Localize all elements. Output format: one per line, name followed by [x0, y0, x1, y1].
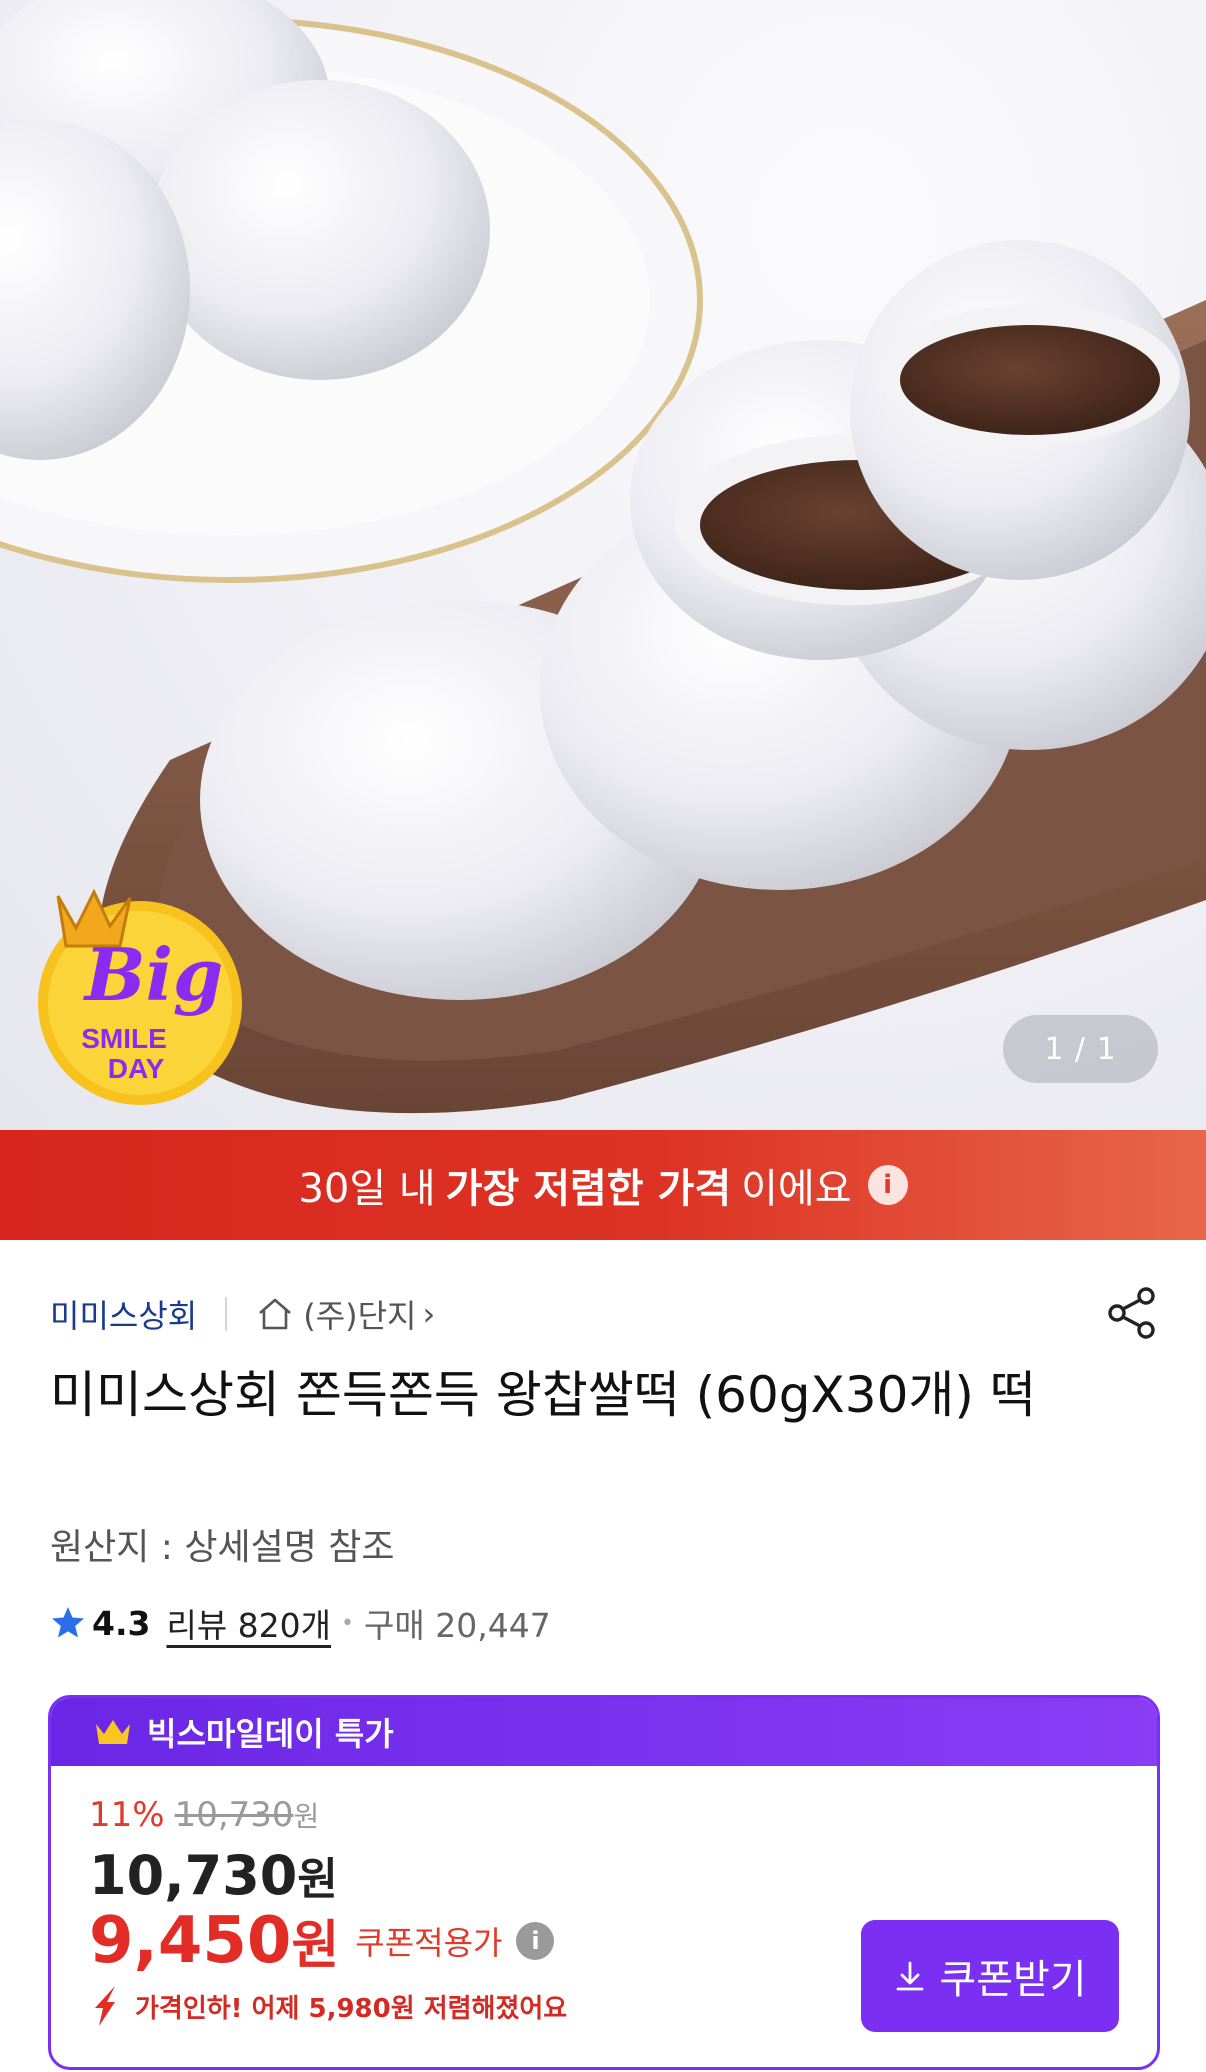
- bullet: •: [341, 1610, 355, 1636]
- share-icon[interactable]: [1102, 1283, 1162, 1343]
- get-coupon-label: 쿠폰받기: [939, 1957, 1087, 2003]
- divider: [225, 1297, 228, 1331]
- original-price-unit: 원: [293, 1800, 320, 1833]
- banner-text-1: 30일 내: [298, 1166, 436, 1212]
- big-smile-day-badge: Big SMILE DAY: [38, 888, 242, 1105]
- get-coupon-button[interactable]: 쿠폰받기: [861, 1920, 1119, 2032]
- arrow-down-icon: [95, 1986, 115, 2026]
- purchase-count: 구매 20,447: [364, 1606, 551, 1645]
- crown-icon: [96, 1720, 130, 1744]
- price-drop-text: 가격인하! 어제 5,980원 저렴해졌어요: [135, 1993, 568, 2024]
- sale-price: 10,730원: [89, 1843, 338, 1907]
- seller-name-link[interactable]: 미미스상회: [50, 1291, 197, 1337]
- coupon-info-icon[interactable]: i: [516, 1921, 555, 1960]
- product-image[interactable]: Big SMILE DAY 1 / 1: [0, 0, 1206, 1130]
- coupon-price-value: 9,450: [89, 1903, 292, 1978]
- sale-price-value: 10,730: [89, 1844, 298, 1907]
- info-icon[interactable]: i: [867, 1165, 908, 1205]
- banner-text-3: 이에요: [741, 1166, 852, 1212]
- coupon-price-row: 9,450 원 쿠폰적용가 i: [89, 1903, 555, 1978]
- download-icon: [896, 1961, 924, 1991]
- seller-row: 미미스상회 (주)단지 ›: [50, 1286, 435, 1342]
- discount-row: 11% 10,730 원: [89, 1795, 319, 1835]
- review-count-link[interactable]: 리뷰 820개: [166, 1599, 331, 1647]
- store-label: (주)단지: [303, 1297, 417, 1335]
- deal-header-label: 빅스마일데이 특가: [147, 1715, 394, 1753]
- rating-score: 4.3: [92, 1603, 151, 1643]
- image-counter: 1 / 1: [1003, 1015, 1158, 1083]
- coupon-price-label: 쿠폰적용가: [355, 1923, 503, 1962]
- banner-text-2: 가장 저렴한 가격: [445, 1166, 732, 1212]
- deal-card: 빅스마일데이 특가 11% 10,730 원 10,730원 9,450 원 쿠…: [48, 1695, 1160, 2070]
- original-price: 10,730: [174, 1795, 294, 1835]
- home-icon: [259, 1298, 292, 1330]
- sale-price-unit: 원: [297, 1854, 338, 1905]
- lowest-price-banner[interactable]: 30일 내 가장 저렴한 가격 이에요 i: [0, 1130, 1206, 1240]
- star-icon: [52, 1607, 84, 1638]
- discount-percent: 11%: [89, 1795, 165, 1835]
- coupon-price-unit: 원: [291, 1916, 340, 1976]
- store-link[interactable]: (주)단지 ›: [255, 1291, 435, 1337]
- origin-text: 원산지 : 상세설명 참조: [50, 1527, 395, 1568]
- rating-row: 4.3 리뷰 820개 • 구매 20,447: [50, 1598, 551, 1648]
- deal-header: 빅스마일데이 특가: [51, 1698, 1157, 1766]
- badge-day-text: DAY: [108, 1053, 165, 1084]
- product-title: 미미스상회 쫀득쫀득 왕찹쌀떡 (60gX30개) 떡: [50, 1366, 1036, 1424]
- chevron-right-icon: ›: [422, 1295, 436, 1333]
- price-drop-row: 가격인하! 어제 5,980원 저렴해졌어요: [89, 1984, 567, 2028]
- badge-smile-text: SMILE: [81, 1023, 167, 1054]
- badge-big-text: Big: [83, 932, 224, 1017]
